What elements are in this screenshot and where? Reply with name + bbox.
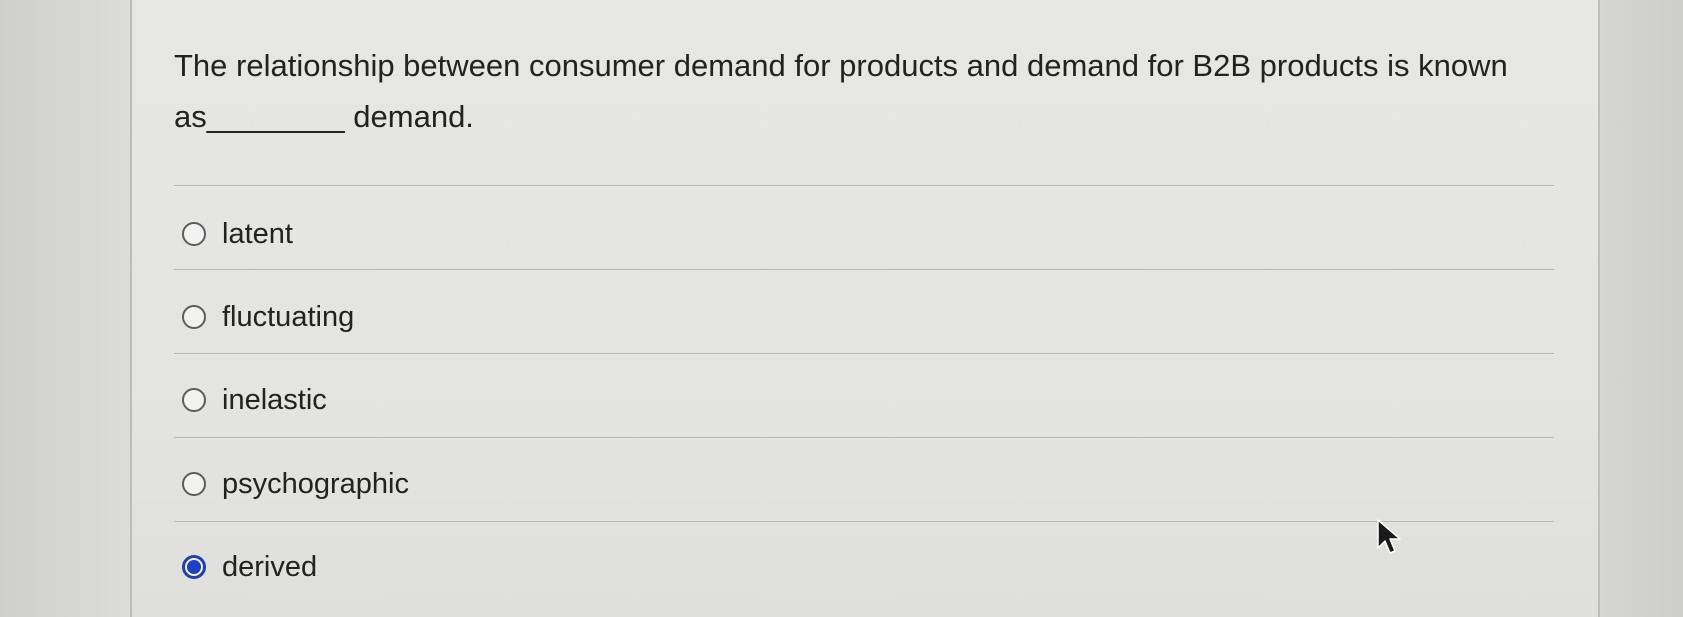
option-label-inelastic: inelastic: [222, 383, 327, 416]
option-label-fluctuating: fluctuating: [222, 300, 355, 333]
option-psychographic[interactable]: psychographic: [182, 464, 409, 504]
divider: [174, 521, 1554, 522]
divider: [174, 437, 1554, 438]
mouse-cursor-icon: [1377, 519, 1401, 554]
divider: [174, 185, 1554, 186]
question-text: The relationship between consumer demand…: [174, 48, 1508, 134]
option-label-psychographic: psychographic: [222, 467, 409, 500]
radio-button-psychographic[interactable]: [182, 472, 206, 496]
divider: [174, 353, 1554, 354]
option-label-latent: latent: [222, 217, 293, 250]
option-label-derived: derived: [222, 550, 318, 583]
divider: [174, 269, 1554, 270]
radio-button-inelastic[interactable]: [182, 388, 206, 412]
option-inelastic[interactable]: inelastic: [182, 380, 327, 420]
radio-button-latent[interactable]: [182, 222, 206, 246]
radio-selected-dot: [187, 560, 201, 574]
option-derived[interactable]: derived: [182, 547, 317, 587]
option-fluctuating[interactable]: fluctuating: [182, 297, 354, 337]
radio-button-fluctuating[interactable]: [182, 305, 206, 329]
radio-button-derived-selected[interactable]: [182, 555, 206, 579]
option-latent[interactable]: latent: [182, 214, 293, 254]
